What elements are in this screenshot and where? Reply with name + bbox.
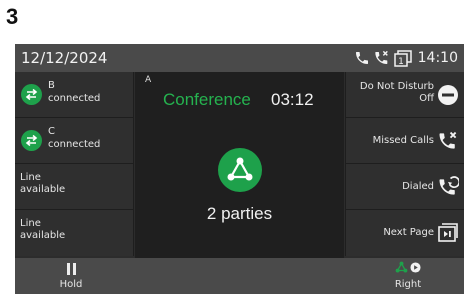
step-number: 3 <box>6 4 19 29</box>
next-page-icon <box>438 223 458 242</box>
call-panel: A Conference 03:12 2 parties <box>135 72 344 258</box>
line-indicator: A <box>145 75 152 85</box>
line-key-party-c[interactable]: C connected <box>15 118 134 164</box>
dialed-key[interactable]: Dialed <box>345 164 464 210</box>
pause-icon <box>67 263 76 275</box>
time-display: 14:10 <box>417 50 458 66</box>
call-title: Conference <box>163 90 251 109</box>
dialed-label: Dialed <box>402 181 434 192</box>
party-state: connected <box>48 93 101 104</box>
line-availability: available <box>20 184 66 195</box>
line-key-available-2[interactable]: Line available <box>15 210 134 256</box>
missed-calls-label: Missed Calls <box>372 135 434 146</box>
next-page-label: Next Page <box>383 227 434 238</box>
next-page-key[interactable]: Next Page <box>345 210 464 256</box>
phone-screen: 12/12/2024 1 14:10 B connected C connect… <box>15 44 464 294</box>
right-softkey[interactable]: Right <box>352 258 464 294</box>
transfer-icon <box>21 130 42 151</box>
phone-icon <box>354 50 370 66</box>
transfer-icon <box>21 84 42 105</box>
missed-call-icon <box>373 50 391 66</box>
right-label: Right <box>394 279 422 290</box>
line-availability: available <box>20 230 66 241</box>
conference-icon <box>218 148 262 192</box>
party-count: 2 parties <box>206 204 273 223</box>
status-icons: 1 14:10 <box>354 49 458 67</box>
date-display: 12/12/2024 <box>21 49 108 67</box>
dnd-icon <box>438 85 458 105</box>
voicemail-indicator-icon: 1 <box>393 49 412 67</box>
missed-calls-key[interactable]: Missed Calls <box>345 118 464 164</box>
party-name: B <box>48 80 55 91</box>
missed-calls-icon <box>439 131 457 149</box>
dnd-key[interactable]: Do Not Disturb Off <box>345 72 464 118</box>
line-label: Line <box>20 218 41 229</box>
hold-softkey[interactable]: Hold <box>15 258 127 294</box>
line-key-party-b[interactable]: B connected <box>15 72 134 118</box>
dnd-state: Off <box>419 93 434 104</box>
party-name: C <box>48 126 55 137</box>
line-key-available-1[interactable]: Line available <box>15 164 134 210</box>
conference-icon <box>395 261 408 273</box>
line-status: Line available <box>20 172 120 196</box>
right-feature-keys: Do Not Disturb Off Missed Calls Dialed N… <box>345 72 464 258</box>
svg-text:1: 1 <box>398 57 404 67</box>
hold-label: Hold <box>59 279 83 290</box>
dnd-label: Do Not Disturb Off <box>360 81 434 105</box>
dnd-title: Do Not Disturb <box>359 81 434 92</box>
left-line-keys: B connected C connected Line available L… <box>15 72 134 258</box>
dialed-calls-icon <box>439 176 459 195</box>
status-bar: 12/12/2024 1 14:10 <box>15 44 464 72</box>
line-label: Line <box>20 172 41 183</box>
party-state: connected <box>48 139 101 150</box>
softkey-bar: Hold Right <box>15 258 464 294</box>
right-softkey-icons <box>395 261 421 274</box>
line-status: Line available <box>20 218 120 242</box>
play-icon <box>410 262 421 273</box>
call-duration: 03:12 <box>271 90 314 109</box>
